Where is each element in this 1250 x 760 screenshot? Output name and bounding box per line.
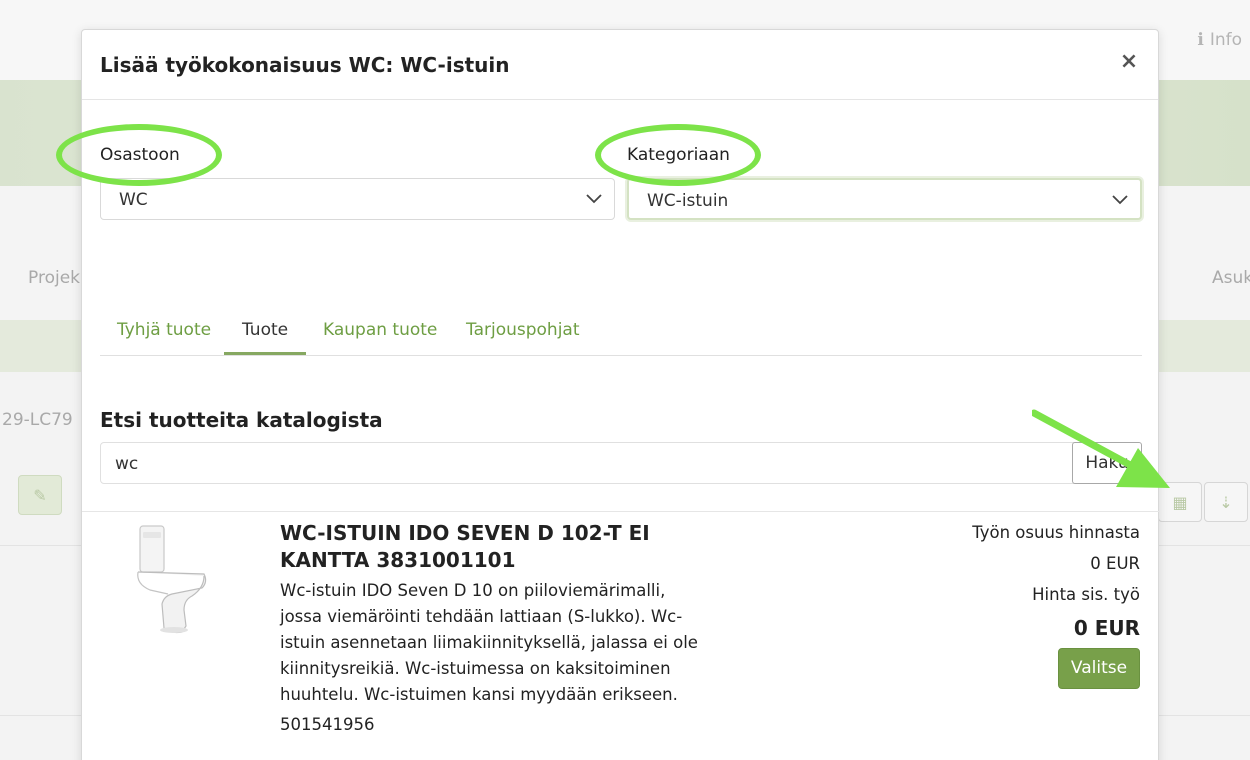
product-description: Wc-istuin IDO Seven D 10 on piiloviemäri…	[280, 581, 698, 704]
product-image	[137, 525, 207, 634]
price-summary: Työn osuus hinnasta 0 EUR Hinta sis. työ…	[920, 522, 1140, 649]
search-button[interactable]: Haku	[1072, 442, 1142, 484]
tab-product[interactable]: Tuote	[242, 320, 288, 340]
labor-share-label: Työn osuus hinnasta	[972, 523, 1140, 542]
modal-title: Lisää työkokonaisuus WC: WC-istuin	[100, 53, 510, 77]
product-title: WC-ISTUIN IDO SEVEN D 102-T EI KANTTA 38…	[280, 521, 650, 572]
sort-icon: ⇣	[1219, 492, 1233, 512]
results-divider	[82, 511, 1160, 512]
select-product-button[interactable]: Valitse	[1058, 648, 1140, 689]
pencil-icon: ✎	[33, 485, 47, 505]
background-info-link[interactable]: ℹ Info	[1197, 30, 1242, 50]
chevron-down-icon	[586, 194, 602, 204]
price-incl-value: 0 EUR	[1073, 616, 1140, 640]
active-tab-indicator	[224, 352, 306, 355]
tab-empty-product[interactable]: Tyhjä tuote	[117, 320, 211, 340]
labor-share-value: 0 EUR	[1090, 554, 1140, 573]
category-select-value: WC-istuin	[647, 191, 729, 211]
background-building-button[interactable]: ▦	[1158, 482, 1202, 522]
department-select[interactable]: WC	[100, 178, 615, 220]
category-label: Kategoriaan	[627, 145, 730, 165]
department-select-value: WC	[119, 190, 148, 210]
close-icon[interactable]: ×	[1118, 50, 1140, 74]
catalog-search-title: Etsi tuotteita katalogista	[100, 408, 383, 432]
price-incl-label: Hinta sis. työ	[1032, 585, 1140, 604]
category-select[interactable]: WC-istuin	[627, 178, 1142, 220]
background-nav-item-projects: Projek	[28, 268, 80, 288]
search-input-value: wc	[115, 454, 139, 474]
add-work-package-modal: Lisää työkokonaisuus WC: WC-istuin × Osa…	[56, 29, 1170, 760]
background-nav-item-residents: Asuk	[1212, 268, 1250, 288]
background-edit-button[interactable]: ✎	[18, 475, 62, 515]
product-tabs: Tyhjä tuote Tuote Kaupan tuote Tarjouspo…	[100, 314, 1142, 356]
tab-store-product[interactable]: Kaupan tuote	[323, 320, 437, 340]
modal-header: Lisää työkokonaisuus WC: WC-istuin ×	[82, 30, 1158, 100]
background-code-fragment: 29-LC79	[2, 410, 73, 430]
catalog-search-input[interactable]: wc	[100, 442, 1075, 484]
chevron-down-icon	[1112, 195, 1128, 205]
department-label: Osastoon	[100, 145, 180, 165]
tab-quote-templates[interactable]: Tarjouspohjat	[466, 320, 580, 340]
product-code: 501541956	[280, 715, 375, 734]
info-icon: ℹ	[1197, 30, 1204, 50]
background-sort-button[interactable]: ⇣	[1204, 482, 1248, 522]
building-icon: ▦	[1172, 492, 1188, 512]
